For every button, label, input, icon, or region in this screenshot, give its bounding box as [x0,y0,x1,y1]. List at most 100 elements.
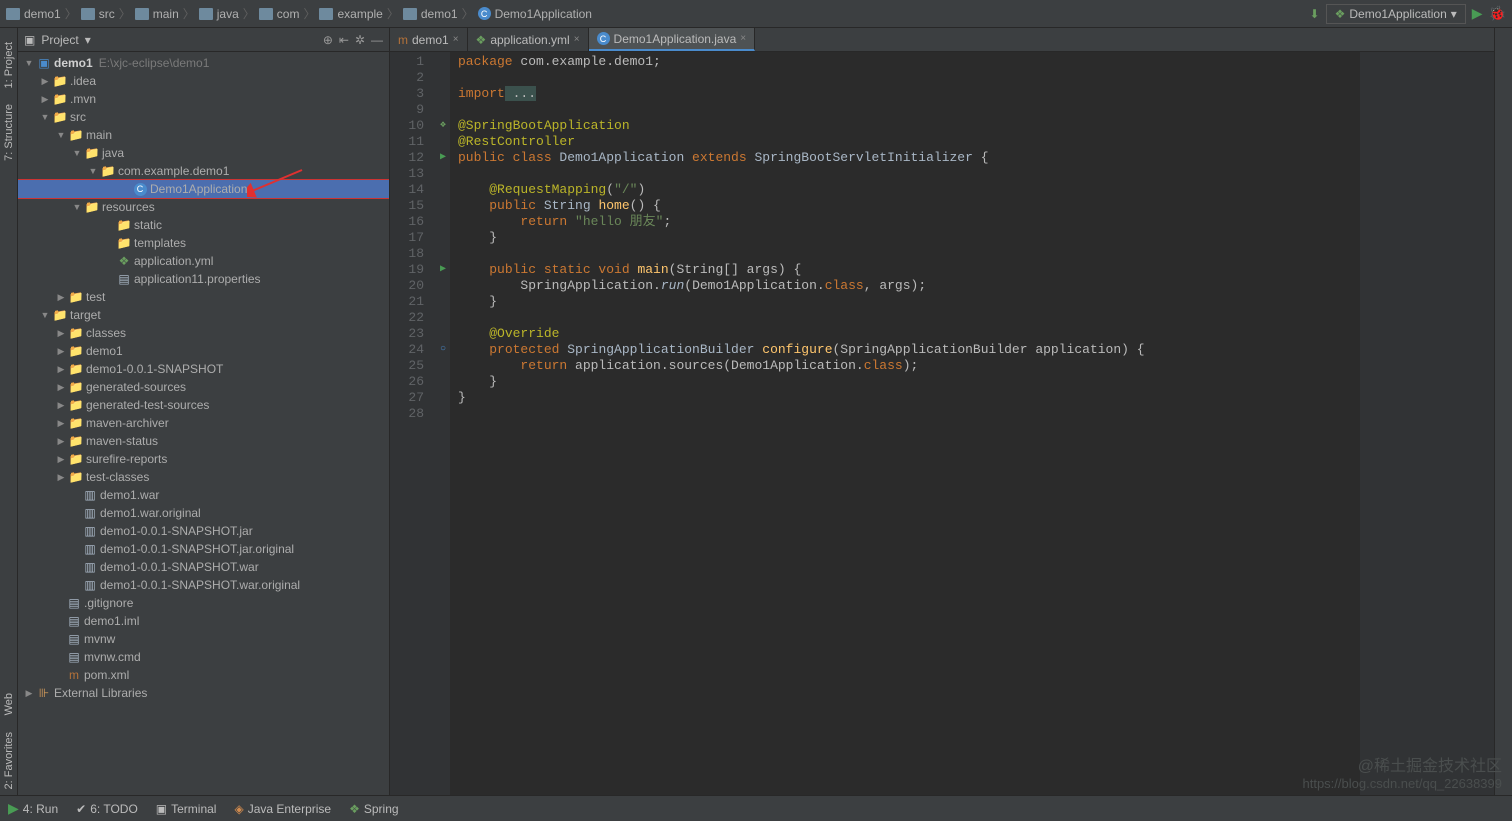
tree-warorig[interactable]: ▥demo1.war.original [18,504,389,522]
tree-resources[interactable]: ▼📁resources [18,198,389,216]
settings-icon[interactable]: ✲ [355,33,365,47]
tree-iml[interactable]: ▤demo1.iml [18,612,389,630]
tree-classes[interactable]: ▶📁classes [18,324,389,342]
status-run[interactable]: ▶4: Run [8,800,58,817]
class-icon: C [597,32,610,45]
run-config-dropdown[interactable]: ❖ Demo1Application ▾ [1326,4,1466,24]
left-gutter-tabs: 1: Project 7: Structure Web 2: Favorites [0,28,18,795]
panel-header: ▣ Project ▾ ⊕ ⇤ ✲ — [18,28,389,52]
tree-app-class[interactable]: CDemo1Application [18,180,389,198]
tab-demoapp[interactable]: CDemo1Application.java× [589,28,756,51]
editor-area: mdemo1× ❖application.yml× CDemo1Applicat… [390,28,1494,795]
tree-templates[interactable]: 📁templates [18,234,389,252]
spring-icon: ❖ [476,33,487,47]
tree-mvnw[interactable]: ▤mvnw [18,630,389,648]
run-gutter-icon[interactable]: ▶ [440,150,446,166]
tree-jarorig[interactable]: ▥demo1-0.0.1-SNAPSHOT.jar.original [18,540,389,558]
class-icon: C [478,7,491,20]
tree-mvnstat[interactable]: ▶📁maven-status [18,432,389,450]
tree-idea[interactable]: ▶📁.idea [18,72,389,90]
tab-structure[interactable]: 7: Structure [3,98,15,167]
tab-favorites[interactable]: 2: Favorites [3,726,15,795]
status-terminal[interactable]: ▣Terminal [156,802,217,816]
project-tree[interactable]: ▼▣demo1E:\xjc-eclipse\demo1 ▶📁.idea ▶📁.m… [18,52,389,795]
code-text[interactable]: package com.example.demo1; import ... @S… [450,52,1360,795]
toolbar-right: ⬇ ❖ Demo1Application ▾ ▶ 🐞 [1310,4,1506,24]
tree-jar[interactable]: ▥demo1-0.0.1-SNAPSHOT.jar [18,522,389,540]
build-icon[interactable]: ⬇ [1310,7,1320,21]
maven-icon: m [398,33,408,47]
debug-button[interactable]: 🐞 [1489,5,1506,22]
spring-gutter-icon[interactable]: ❖ [440,118,446,134]
tree-pkg[interactable]: ▼📁com.example.demo1 [18,162,389,180]
bc-class[interactable]: CDemo1Application [478,7,592,21]
tree-snapwarorig[interactable]: ▥demo1-0.0.1-SNAPSHOT.war.original [18,576,389,594]
je-icon: ◈ [234,802,243,816]
status-bar: ▶4: Run ✔6: TODO ▣Terminal ◈Java Enterpr… [0,795,1512,821]
project-panel: ▣ Project ▾ ⊕ ⇤ ✲ — ▼▣demo1E:\xjc-eclips… [18,28,390,795]
collapse-icon[interactable]: ⇤ [339,33,349,47]
terminal-icon: ▣ [156,802,167,816]
locate-icon[interactable]: ⊕ [323,33,333,47]
folder-icon [403,8,417,20]
gutter[interactable]: 1 2 3 9 10❖ 11 12▶ 13 14 15 16 17 18 19▶… [390,52,450,795]
tree-static[interactable]: 📁static [18,216,389,234]
tree-test[interactable]: ▶📁test [18,288,389,306]
status-spring[interactable]: ❖Spring [349,802,398,816]
panel-title: Project [41,33,78,47]
close-icon[interactable]: × [453,34,459,45]
bc-src[interactable]: src [81,7,115,21]
status-je[interactable]: ◈Java Enterprise [234,802,331,816]
tree-target[interactable]: ▼📁target [18,306,389,324]
right-gutter [1494,28,1512,795]
tree-appyml[interactable]: ❖application.yml [18,252,389,270]
bc-demo1[interactable]: demo1 [6,7,61,21]
tab-project[interactable]: 1: Project [3,36,15,94]
tree-main[interactable]: ▼📁main [18,126,389,144]
bc-demo1-pkg[interactable]: demo1 [403,7,458,21]
chevron-down-icon[interactable]: ▾ [85,33,91,47]
run-button[interactable]: ▶ [1472,5,1483,22]
folder-icon [199,8,213,20]
tree-java[interactable]: ▼📁java [18,144,389,162]
todo-icon: ✔ [76,802,86,816]
hide-icon[interactable]: — [371,33,383,47]
tree-appprops[interactable]: ▤application11.properties [18,270,389,288]
tree-mvnarch[interactable]: ▶📁maven-archiver [18,414,389,432]
tree-gentest[interactable]: ▶📁generated-test-sources [18,396,389,414]
close-icon[interactable]: × [574,34,580,45]
status-todo[interactable]: ✔6: TODO [76,802,138,816]
tree-mvnwcmd[interactable]: ▤mvnw.cmd [18,648,389,666]
tree-war[interactable]: ▥demo1.war [18,486,389,504]
bc-example[interactable]: example [319,7,382,21]
tab-web[interactable]: Web [3,687,15,721]
tree-snapwar[interactable]: ▥demo1-0.0.1-SNAPSHOT.war [18,558,389,576]
tree-extlib[interactable]: ▶⊪External Libraries [18,684,389,702]
tab-demo1[interactable]: mdemo1× [390,28,468,51]
tree-surefire[interactable]: ▶📁surefire-reports [18,450,389,468]
tree-src[interactable]: ▼📁src [18,108,389,126]
tab-appyml[interactable]: ❖application.yml× [468,28,589,51]
play-icon: ▶ [8,800,19,817]
tree-snapshot[interactable]: ▶📁demo1-0.0.1-SNAPSHOT [18,360,389,378]
folder-icon [319,8,333,20]
tree-gensrc[interactable]: ▶📁generated-sources [18,378,389,396]
tree-gitignore[interactable]: ▤.gitignore [18,594,389,612]
editor-tabs: mdemo1× ❖application.yml× CDemo1Applicat… [390,28,1494,52]
bc-main[interactable]: main [135,7,179,21]
tree-pom[interactable]: mpom.xml [18,666,389,684]
editor-body[interactable]: 1 2 3 9 10❖ 11 12▶ 13 14 15 16 17 18 19▶… [390,52,1494,795]
bc-com[interactable]: com [259,7,300,21]
tree-mvn[interactable]: ▶📁.mvn [18,90,389,108]
spring-icon: ❖ [349,802,360,816]
tree-root[interactable]: ▼▣demo1E:\xjc-eclipse\demo1 [18,54,389,72]
override-gutter-icon[interactable]: ○ [440,342,446,358]
spring-icon: ❖ [1335,7,1346,21]
tree-tgt-demo1[interactable]: ▶📁demo1 [18,342,389,360]
bc-java[interactable]: java [199,7,239,21]
close-icon[interactable]: × [740,33,746,44]
folder-icon [6,8,20,20]
run-gutter-icon[interactable]: ▶ [440,262,446,278]
folder-icon [135,8,149,20]
tree-testcls[interactable]: ▶📁test-classes [18,468,389,486]
